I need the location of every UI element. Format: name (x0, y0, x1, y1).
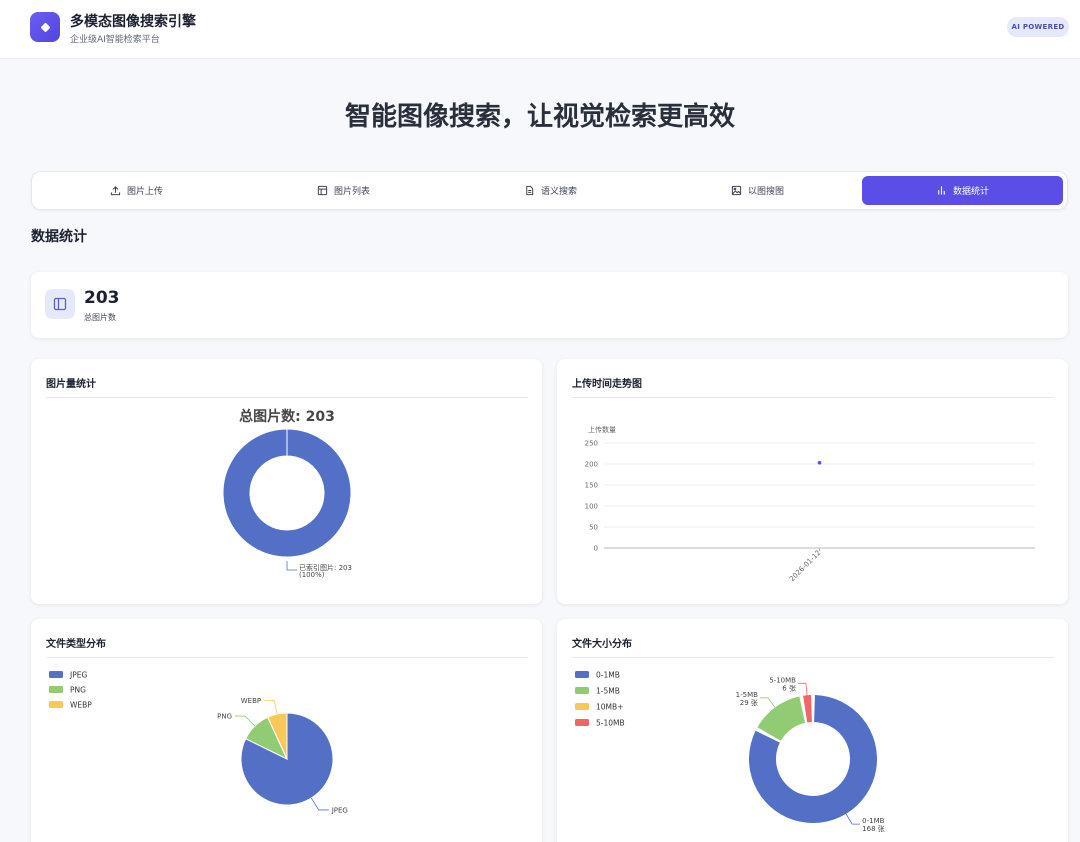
slice-count-label: 29 张 (740, 698, 758, 707)
legend-item[interactable]: 5-10MB (575, 719, 625, 728)
legend-swatch (49, 701, 63, 708)
hero-title: 智能图像搜索，让视觉检索更高效 (344, 102, 735, 132)
pie-slice-1-5mb[interactable] (757, 696, 806, 741)
tab-label: 以图搜图 (747, 187, 784, 197)
legend-swatch (575, 703, 589, 710)
label-leader-line (286, 561, 297, 571)
file-type-chart: JPEG PNG WEBP JPEG PNG WEBP (49, 671, 348, 814)
slice-label: 0-1MB (862, 817, 884, 825)
pie-slice-5-10mb[interactable] (803, 695, 812, 723)
tab-label: 语义搜索 (540, 187, 577, 197)
legend-label: 1-5MB (596, 687, 620, 696)
table-icon (317, 185, 328, 196)
tab-label: 图片上传 (126, 187, 163, 197)
slice-label: PNG (217, 713, 232, 721)
data-point[interactable] (817, 460, 822, 465)
label-leader-line (235, 715, 256, 727)
document-icon (526, 185, 534, 196)
image-count-card: 图片量统计 总图片数: 203 已索引图片: 203 (100%) (31, 359, 542, 604)
y-tick-label: 200 (585, 461, 598, 469)
image-icon (731, 185, 742, 196)
slice-label: 5-10MB (769, 676, 796, 684)
main-tab-bar: 图片上传 图片列表 语义搜索 以图搜图 数据统计 (31, 171, 1068, 210)
tab-image-list[interactable]: 图片列表 (243, 176, 444, 205)
tab-data-statistics[interactable]: 数据统计 (862, 176, 1063, 205)
slice-count-label: 6 张 (782, 683, 796, 692)
legend-label: JPEG (69, 671, 87, 680)
y-axis-label: 上传数量 (588, 425, 616, 434)
legend-item[interactable]: WEBP (49, 701, 92, 710)
legend-label: PNG (70, 686, 86, 695)
upload-trend-chart: 上传数量 0 50 100 150 200 250 2026-01-12 (585, 425, 1035, 583)
ai-powered-badge: AI POWERED (1007, 17, 1069, 37)
x-tick-label: 2026-01-12 (788, 549, 822, 583)
y-tick-label: 250 (585, 440, 598, 448)
legend-item[interactable]: PNG (49, 686, 86, 695)
legend-label: WEBP (70, 701, 92, 710)
legend-swatch (575, 719, 589, 726)
app-title: 多模态图像搜索引擎 (70, 14, 196, 30)
total-images-card: 203 总图片数 (31, 272, 1068, 338)
bar-chart-icon (938, 186, 945, 195)
tab-semantic-search[interactable]: 语义搜索 (450, 176, 651, 205)
slice-label: WEBP (241, 697, 261, 705)
slice-label: JPEG (331, 806, 348, 814)
chart-title: 总图片数: 203 (239, 408, 335, 425)
legend-label: 10MB+ (596, 703, 623, 712)
label-leader-line (797, 682, 808, 696)
y-tick-label: 50 (589, 524, 598, 532)
legend-item[interactable]: 10MB+ (575, 703, 623, 712)
label-leader-line (264, 700, 278, 715)
tab-search-by-image[interactable]: 以图搜图 (657, 176, 858, 205)
app-logo-icon (30, 12, 60, 42)
slice-label-percent: (100%) (299, 571, 325, 579)
top-bar: 多模态图像搜索引擎 企业级AI智能检索平台 AI POWERED (0, 0, 1080, 59)
y-tick-label: 0 (594, 545, 598, 553)
label-leader-line (310, 797, 329, 811)
tab-label: 数据统计 (952, 187, 989, 197)
y-tick-label: 100 (585, 503, 598, 511)
file-size-chart: 0-1MB1-5MB10MB+5-10MB 0-1MB168 张1-5MB29 … (575, 671, 885, 833)
legend-swatch (49, 671, 63, 678)
legend-swatch (575, 671, 589, 678)
label-leader-line (845, 813, 861, 825)
app-subtitle: 企业级AI智能检索平台 (70, 35, 160, 45)
upload-icon (110, 186, 121, 196)
legend-item[interactable]: JPEG (49, 671, 87, 680)
pie-slice-indexed-images[interactable] (222, 428, 352, 558)
file-size-card: 文件大小分布 0-1MB 1-5MB 10MB+ 5-10MB 0-1MB 168 张1… (557, 619, 1068, 842)
y-tick-label: 150 (585, 482, 598, 490)
legend-label: 5-10MB (596, 719, 625, 728)
tab-image-upload[interactable]: 图片上传 (36, 176, 237, 205)
file-type-card: 文件类型分布 JPEG PNG WEBP JPEG PNG WEBP (31, 619, 542, 842)
legend-label: 0-1MB (596, 671, 620, 680)
image-count-chart: 总图片数: 203 已索引图片: 203 (100%) (222, 408, 352, 579)
legend-swatch (49, 686, 63, 693)
panel-icon (45, 289, 75, 319)
total-images-value: 203 (84, 288, 120, 308)
upload-trend-card: 上传时间走势图 上传数量 0 50 100 150 200 250 2026-01-12 (557, 359, 1068, 604)
legend-item[interactable]: 0-1MB (575, 671, 620, 680)
total-images-label: 总图片数 (84, 313, 116, 322)
tab-label: 图片列表 (333, 187, 370, 197)
slice-count-label: 168 张 (862, 824, 885, 833)
slice-label: 1-5MB (736, 691, 758, 699)
legend-swatch (575, 687, 589, 694)
legend-item[interactable]: 1-5MB (575, 687, 620, 696)
label-leader-line (759, 697, 776, 708)
section-title: 数据统计 (31, 229, 87, 245)
